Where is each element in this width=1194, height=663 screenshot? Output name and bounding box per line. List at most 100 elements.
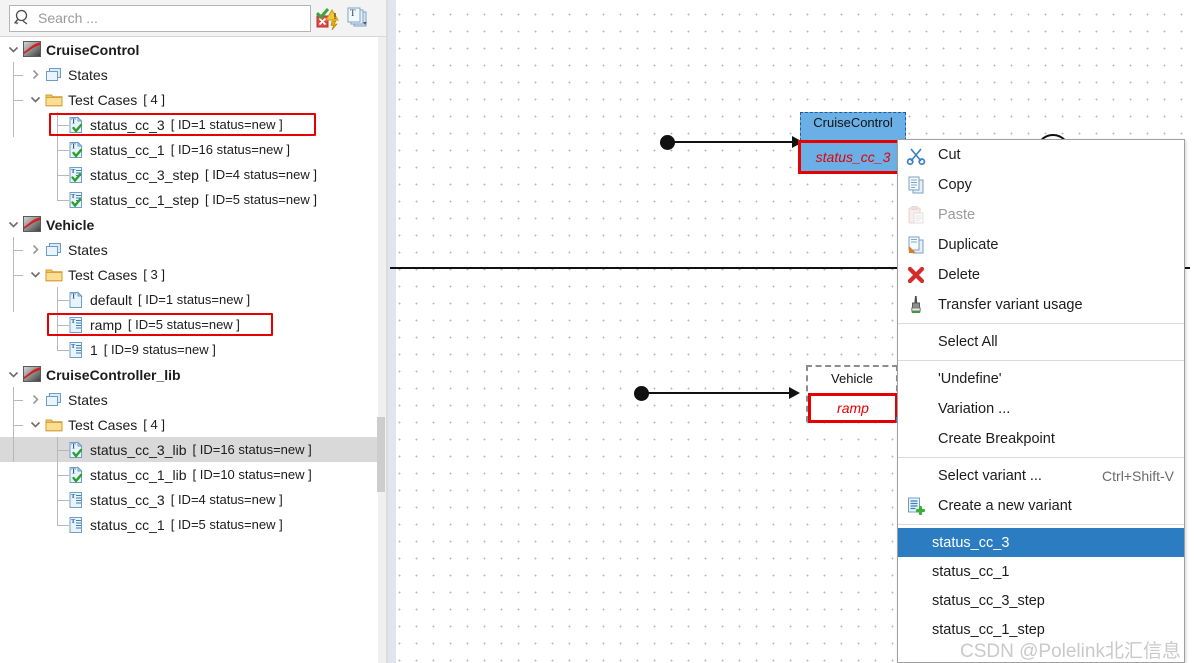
- tree-item-meta: [ ID=1 status=new ]: [138, 292, 250, 307]
- validation-status-icon[interactable]: [316, 6, 340, 30]
- tree-item-cruisecontrol[interactable]: CruiseControl: [0, 37, 387, 62]
- menu-variant-status-cc-3-step[interactable]: status_cc_3_step: [898, 586, 1184, 615]
- tree-item-meta: [ ID=5 status=new ]: [171, 517, 283, 532]
- tree-item-test-cases[interactable]: Test Cases[ 3 ]: [0, 262, 387, 287]
- tree-item-meta: [ ID=5 status=new ]: [205, 192, 317, 207]
- teststep-icon: T: [67, 316, 85, 334]
- cruisecontrol-block-title: CruiseControl: [801, 113, 905, 130]
- model-icon: [23, 366, 41, 384]
- tree-item-meta: [ ID=5 status=new ]: [128, 317, 240, 332]
- tree-connector-line: [57, 500, 69, 501]
- tree-connector-line: [57, 150, 69, 151]
- tree-item-test-cases[interactable]: Test Cases [ 4 ]: [0, 412, 387, 437]
- svg-text:T: T: [71, 292, 76, 300]
- tree-connector-line: [13, 275, 23, 276]
- chevron-down-icon[interactable]: [29, 418, 42, 431]
- menu-item-label: Create Breakpoint: [938, 431, 1184, 447]
- vehicle-variant-highlight: ramp: [808, 393, 898, 423]
- chevron-right-icon[interactable]: [29, 393, 42, 406]
- cruisecontrol-variant-label: status_cc_3: [801, 143, 905, 171]
- chevron-down-icon[interactable]: [7, 218, 20, 231]
- chevron-right-icon[interactable]: [29, 243, 42, 256]
- tree-item-label: status_cc_1_lib: [90, 467, 187, 483]
- teststep-icon: T: [67, 341, 85, 359]
- tree-connector-line: [57, 287, 58, 350]
- tree-item-label: status_cc_3: [90, 117, 165, 133]
- tree-scrollbar-thumb[interactable]: [377, 417, 385, 492]
- tree-item-test-cases[interactable]: Test Cases[ 4 ]: [0, 87, 387, 112]
- menu-item-undefine[interactable]: 'Undefine': [898, 364, 1184, 394]
- tree-item-states[interactable]: States: [0, 62, 387, 87]
- search-toolbar: Search ... T: [0, 0, 387, 36]
- menu-variant-status-cc-3[interactable]: status_cc_3: [898, 528, 1184, 557]
- states-icon: [45, 241, 63, 259]
- menu-item-variation[interactable]: Variation ...: [898, 394, 1184, 424]
- svg-text:T: T: [71, 142, 76, 150]
- chevron-down-icon[interactable]: [7, 43, 20, 56]
- menu-item-cut[interactable]: Cut: [898, 140, 1184, 170]
- vehicle-signal-arrowhead: [789, 387, 800, 399]
- menu-item-label: Create a new variant: [938, 498, 1184, 514]
- chevron-down-icon[interactable]: [29, 268, 42, 281]
- copy-testcases-icon[interactable]: T: [345, 6, 369, 30]
- tree-scrollbar-track[interactable]: [378, 37, 386, 663]
- tree-item-label: Test Cases: [68, 417, 137, 433]
- tree-item-label: ramp: [90, 317, 122, 333]
- menu-item-label: Transfer variant usage: [938, 297, 1184, 313]
- svg-text:T: T: [71, 467, 76, 475]
- search-input[interactable]: Search ...: [9, 5, 311, 32]
- menu-item-label: status_cc_1_step: [932, 622, 1184, 638]
- chevron-down-icon[interactable]: [29, 93, 42, 106]
- menu-item-label: status_cc_3: [932, 535, 1184, 551]
- chevron-down-icon[interactable]: [7, 368, 20, 381]
- menu-separator: [898, 457, 1184, 458]
- teststep-icon: T: [67, 491, 85, 509]
- menu-variant-status-cc-1-step[interactable]: status_cc_1_step: [898, 615, 1184, 644]
- tree-item-meta: [ 4 ]: [143, 417, 165, 432]
- chevron-right-icon[interactable]: [29, 68, 42, 81]
- tree-item-label: States: [68, 392, 108, 408]
- tree-item-label: 1: [90, 342, 98, 358]
- svg-text:T: T: [71, 518, 76, 525]
- tree-item-cruisecontroller-lib[interactable]: CruiseController_lib: [0, 362, 387, 387]
- tree-item-label: States: [68, 242, 108, 258]
- svg-text:T: T: [71, 493, 76, 500]
- folder-icon: [45, 266, 63, 284]
- menu-item-duplicate[interactable]: Duplicate: [898, 230, 1184, 260]
- vehicle-variant-label: ramp: [811, 396, 895, 416]
- tree-item-meta: [ ID=9 status=new ]: [104, 342, 216, 357]
- delete-x-icon: [906, 265, 928, 285]
- tree-connector-line: [13, 250, 23, 251]
- menu-item-delete[interactable]: Delete: [898, 260, 1184, 290]
- tree-item-label: status_cc_1_step: [90, 192, 199, 208]
- menu-item-create-a-new-variant[interactable]: Create a new variant: [898, 491, 1184, 521]
- tree-connector-line: [57, 200, 69, 201]
- context-menu[interactable]: Cut Copy Paste DuplicateDelete Transfer vari…: [897, 139, 1185, 663]
- tree-item-states[interactable]: States: [0, 237, 387, 262]
- tree-connector-line: [57, 175, 69, 176]
- menu-item-label: Paste: [938, 207, 1184, 223]
- menu-item-select-variant[interactable]: Select variant ...Ctrl+Shift-V: [898, 461, 1184, 491]
- tree-item-label: status_cc_3_step: [90, 167, 199, 183]
- menu-separator: [898, 323, 1184, 324]
- menu-variant-status-cc-1[interactable]: status_cc_1: [898, 557, 1184, 586]
- model-tree[interactable]: CruiseControlStatesTest Cases[ 4 ]Tstatu…: [0, 36, 387, 663]
- tree-item-states[interactable]: States: [0, 387, 387, 412]
- tree-item-meta: [ 3 ]: [143, 267, 165, 282]
- menu-item-shortcut: Ctrl+Shift-V: [1102, 468, 1184, 484]
- menu-item-transfer-variant-usage[interactable]: Transfer variant usage: [898, 290, 1184, 320]
- vehicle-signal-line: [641, 392, 798, 394]
- menu-separator: [898, 360, 1184, 361]
- tree-item-vehicle[interactable]: Vehicle: [0, 212, 387, 237]
- menu-item-create-breakpoint[interactable]: Create Breakpoint: [898, 424, 1184, 454]
- svg-text:T: T: [71, 442, 76, 450]
- scissors-icon: [906, 145, 928, 165]
- tree-item-meta: [ ID=16 status=new ]: [171, 142, 290, 157]
- tree-connector-line: [57, 475, 69, 476]
- menu-item-select-all[interactable]: Select All: [898, 327, 1184, 357]
- menu-item-label: Cut: [938, 147, 1184, 163]
- cruisecontrol-variant-highlight: status_cc_3: [798, 140, 908, 174]
- menu-item-copy[interactable]: Copy: [898, 170, 1184, 200]
- menu-separator: [898, 524, 1184, 525]
- menu-item-label: Variation ...: [938, 401, 1184, 417]
